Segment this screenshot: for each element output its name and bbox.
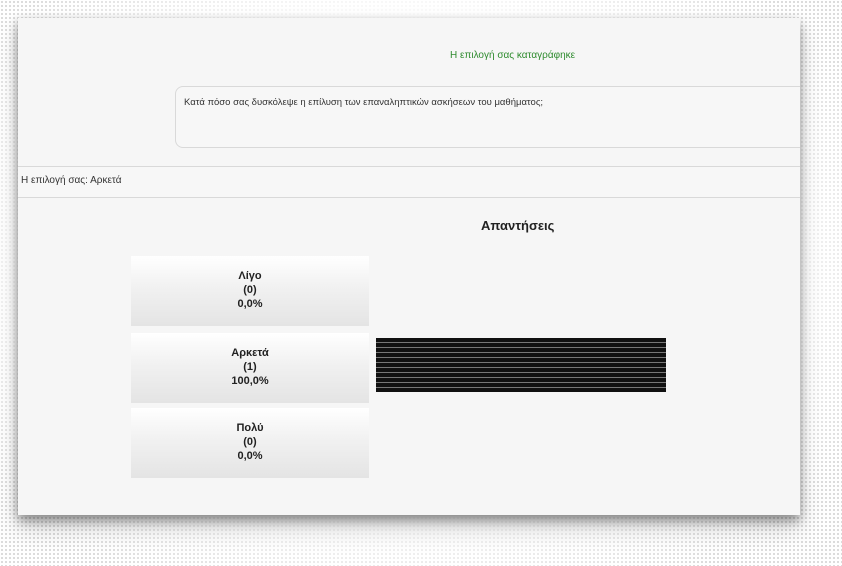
option-label: Λίγο: [238, 270, 262, 282]
option-percent: 100,0%: [231, 375, 269, 387]
option-count: (0): [243, 436, 257, 448]
result-row-poly: Πολύ (0) 0,0%: [131, 408, 369, 478]
option-count: (1): [243, 361, 257, 373]
question-text: Κατά πόσο σας δυσκόλεψε η επίλυση των επ…: [184, 97, 544, 108]
result-row-ligo: Λίγο (0) 0,0%: [131, 256, 369, 326]
result-bar-area: [376, 329, 676, 399]
your-choice-text: Η επιλογή σας: Αρκετά: [21, 175, 122, 186]
result-row-arketa: Αρκετά (1) 100,0%: [131, 333, 369, 403]
result-bar: [376, 338, 666, 392]
option-label: Πολύ: [236, 422, 264, 434]
option-count: (0): [243, 284, 257, 296]
confirmation-message: Η επιλογή σας καταγράφηκε: [450, 50, 576, 61]
result-bar-area: [376, 408, 676, 478]
option-label: Αρκετά: [231, 347, 269, 359]
your-choice-box: Η επιλογή σας: Αρκετά: [18, 166, 800, 198]
poll-result-panel: Η επιλογή σας καταγράφηκε Κατά πόσο σας …: [18, 18, 800, 515]
result-bar-area: [376, 256, 676, 326]
question-box: Κατά πόσο σας δυσκόλεψε η επίλυση των επ…: [175, 86, 800, 148]
results-heading: Απαντήσεις: [481, 218, 555, 233]
option-percent: 0,0%: [237, 298, 263, 310]
option-percent: 0,0%: [237, 450, 263, 462]
